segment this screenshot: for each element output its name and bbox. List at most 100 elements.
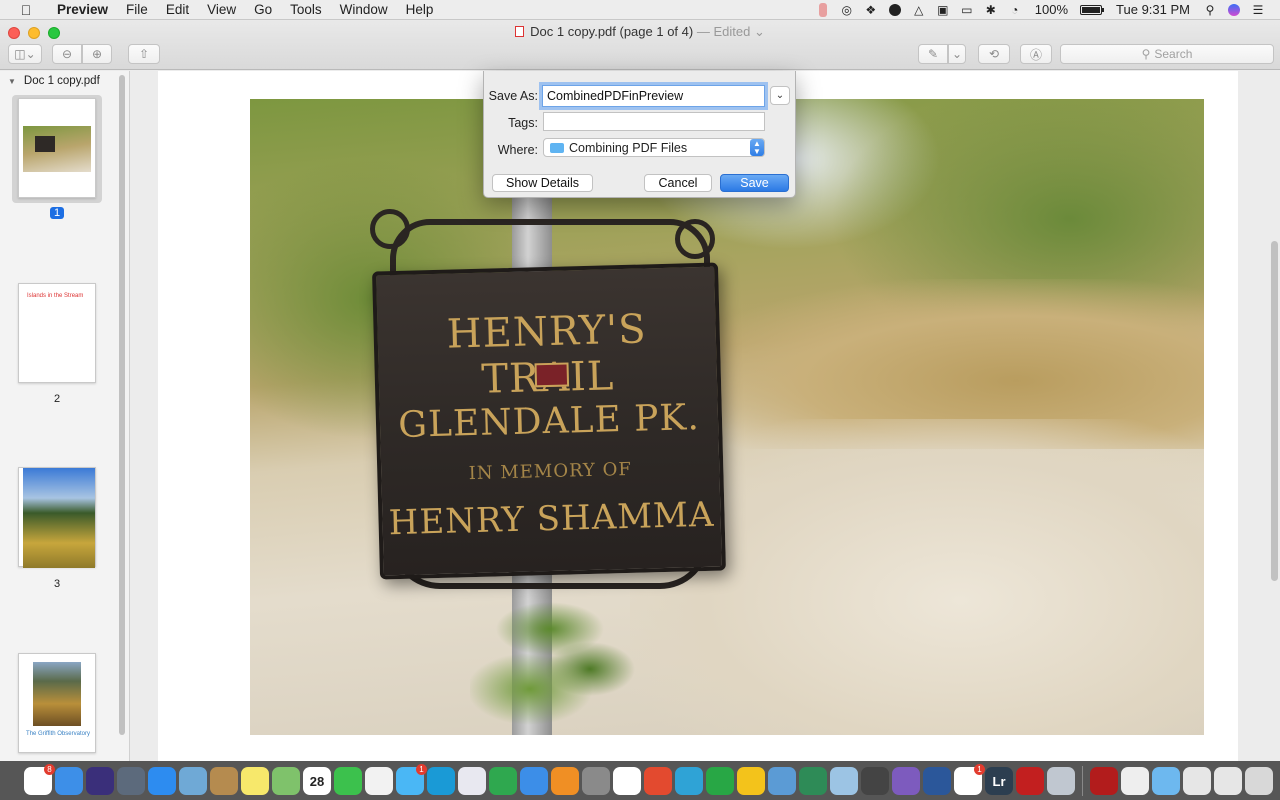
battery-percent[interactable]: 100% xyxy=(1027,0,1076,20)
menu-help[interactable]: Help xyxy=(397,0,443,20)
sidebar-toggle-button[interactable]: ◫⌄ xyxy=(8,44,42,64)
menu-edit[interactable]: Edit xyxy=(157,0,198,20)
music-file-icon[interactable] xyxy=(1121,767,1149,795)
page-thumbnail-2[interactable]: Islands in the Stream xyxy=(18,283,96,383)
thumbnail-photo xyxy=(23,468,95,568)
photo-iron-scroll-left xyxy=(370,209,410,249)
folder-icon[interactable] xyxy=(1152,767,1180,795)
where-select[interactable]: Combining PDF Files ▲ ▼ xyxy=(543,138,765,157)
slack-icon[interactable]: 1 xyxy=(954,764,985,795)
search-field[interactable]: ⚲ Search xyxy=(1060,44,1274,64)
notification-indicator-icon[interactable] xyxy=(811,0,835,20)
zoom-out-button[interactable]: ⊖ xyxy=(52,44,82,64)
expand-dialog-button[interactable]: ⌄ xyxy=(770,86,790,105)
document-scrollbar[interactable] xyxy=(1271,241,1278,581)
facetime-icon[interactable] xyxy=(334,767,362,795)
menu-file[interactable]: File xyxy=(117,0,157,20)
google-drive-icon[interactable]: △ xyxy=(907,0,931,20)
battery-icon[interactable] xyxy=(1080,4,1105,15)
menu-preview[interactable]: Preview xyxy=(48,0,117,20)
page-thumbnail-4[interactable]: The Griffith Observatory xyxy=(18,653,96,753)
viber-icon[interactable] xyxy=(892,767,920,795)
airplay-icon[interactable]: ▭ xyxy=(955,0,979,20)
notefile-icon[interactable] xyxy=(210,767,238,795)
wps-presentation-icon[interactable] xyxy=(644,767,672,795)
itunes-icon[interactable] xyxy=(458,767,486,795)
dock-badge: 1 xyxy=(416,764,427,775)
rotate-icon: ⟲ xyxy=(988,47,1000,61)
disclosure-triangle-icon[interactable]: ▼ xyxy=(8,77,16,86)
messages-icon[interactable]: 1 xyxy=(396,764,427,795)
system-preferences-icon[interactable] xyxy=(582,767,610,795)
menu-go[interactable]: Go xyxy=(245,0,281,20)
markup-button[interactable]: ✎ xyxy=(918,44,948,64)
dock-separator xyxy=(1082,766,1083,796)
creative-cloud-icon[interactable]: ◎ xyxy=(835,0,859,20)
save-button[interactable]: Save xyxy=(720,174,789,192)
podcast-icon[interactable] xyxy=(861,767,889,795)
zoom-in-button[interactable]: ⊕ xyxy=(82,44,112,64)
finder-icon[interactable] xyxy=(55,767,83,795)
calendar-icon[interactable]: 28 xyxy=(303,767,331,795)
wps-spreadsheet-icon[interactable] xyxy=(706,767,734,795)
ibooks-icon[interactable] xyxy=(551,767,579,795)
chrome-alt-icon[interactable] xyxy=(613,767,641,795)
o-app-icon[interactable] xyxy=(737,767,765,795)
status-area: ◎ ❖ △ ▣ ▭ ✱ ◔ 100% Tue 9:31 PM ⚲ ☰ xyxy=(811,0,1280,20)
acrobat-icon[interactable] xyxy=(1016,767,1044,795)
downloads-icon[interactable] xyxy=(1183,767,1211,795)
keynote-icon[interactable] xyxy=(520,767,548,795)
chrome-icon[interactable]: 8 xyxy=(24,764,55,795)
image-capture-icon[interactable] xyxy=(1047,767,1075,795)
wifi-icon[interactable]: ◔ xyxy=(1003,0,1027,20)
globe-app-icon[interactable] xyxy=(799,767,827,795)
display-icon[interactable]: ▣ xyxy=(931,0,955,20)
siri-icon[interactable] xyxy=(86,767,114,795)
show-details-button[interactable]: Show Details xyxy=(492,174,593,192)
cancel-button[interactable]: Cancel xyxy=(644,174,712,192)
safari-icon[interactable] xyxy=(148,767,176,795)
clock[interactable]: Tue 9:31 PM xyxy=(1108,0,1198,20)
teams-icon[interactable] xyxy=(768,767,796,795)
annotate-button[interactable]: Ⓐ xyxy=(1020,44,1052,64)
menu-tools[interactable]: Tools xyxy=(281,0,331,20)
notification-center-icon[interactable]: ☰ xyxy=(1246,0,1270,20)
window-title[interactable]: Doc 1 copy.pdf (page 1 of 4) — Edited ⌄ xyxy=(0,24,1280,40)
launchpad-icon[interactable] xyxy=(117,767,145,795)
where-label: Where: xyxy=(497,143,538,157)
skype-icon[interactable] xyxy=(883,0,907,20)
sidebar-document-header[interactable]: ▼ Doc 1 copy.pdf xyxy=(0,71,129,91)
menu-view[interactable]: View xyxy=(198,0,245,20)
photos-icon[interactable] xyxy=(365,767,393,795)
document-icon[interactable] xyxy=(1214,767,1242,795)
trash-icon[interactable] xyxy=(1245,767,1273,795)
menu-window[interactable]: Window xyxy=(331,0,397,20)
stickies-icon[interactable] xyxy=(241,767,269,795)
page-thumbnail-3[interactable] xyxy=(18,467,96,568)
lightroom-icon[interactable]: Lr xyxy=(985,767,1013,795)
network-icon[interactable] xyxy=(830,767,858,795)
page-thumbnail-1[interactable] xyxy=(18,98,96,198)
numbers-icon[interactable] xyxy=(489,767,517,795)
save-as-input[interactable] xyxy=(542,85,765,107)
bluetooth-icon[interactable]: ✱ xyxy=(979,0,1003,20)
word-icon[interactable] xyxy=(923,767,951,795)
share-button[interactable]: ⇧ xyxy=(128,44,160,64)
dropbox-icon[interactable]: ❖ xyxy=(859,0,883,20)
apple-menu-icon[interactable]:  xyxy=(16,2,36,18)
maps-icon[interactable] xyxy=(272,767,300,795)
chevron-down-icon[interactable]: ⌄ xyxy=(750,24,765,39)
acrobat-doc-icon[interactable] xyxy=(1090,767,1118,795)
wps-writer-icon[interactable] xyxy=(675,767,703,795)
markup-menu-button[interactable]: ⌄ xyxy=(948,44,966,64)
edited-status[interactable]: — Edited xyxy=(697,24,750,39)
preview-app-icon[interactable] xyxy=(179,767,207,795)
siri-status-icon[interactable] xyxy=(1222,0,1246,20)
sidebar-scrollbar[interactable] xyxy=(119,75,125,735)
rotate-button[interactable]: ⟲ xyxy=(978,44,1010,64)
spotlight-icon[interactable]: ⚲ xyxy=(1198,0,1222,20)
tags-input[interactable] xyxy=(543,112,765,131)
cleanmymac-icon[interactable] xyxy=(427,767,455,795)
trail-sign: HENRY'S TRAIL GLENDALE PK. IN MEMORY OF … xyxy=(372,262,726,580)
sign-text-line-4: HENRY SHAMMA xyxy=(388,494,715,544)
